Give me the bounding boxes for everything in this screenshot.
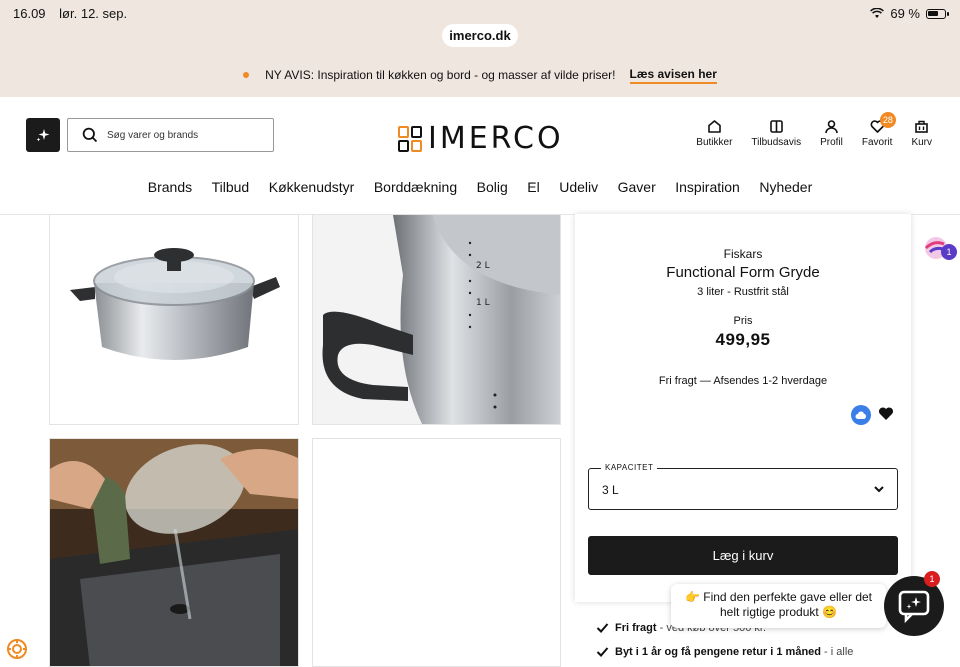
menu-item-borddaekning[interactable]: Borddækning (374, 179, 457, 195)
wifi-icon (870, 8, 885, 18)
stores-link[interactable]: Butikker (696, 119, 732, 148)
menu-item-bolig[interactable]: Bolig (477, 179, 508, 195)
product-price: 499,95 (715, 330, 771, 349)
add-to-cart-button[interactable]: Læg i kurv (588, 536, 898, 575)
offers-label: Tilbudsavis (751, 137, 802, 148)
promo-dot-icon (243, 72, 250, 78)
favorites-link[interactable]: 28 Favorit (861, 112, 896, 148)
battery-icon (926, 8, 949, 19)
menu-item-el[interactable]: El (527, 179, 539, 195)
user-icon (825, 120, 838, 134)
menu-item-brands[interactable]: Brands (148, 179, 192, 195)
product-image-empty[interactable] (312, 438, 561, 667)
profile-label: Profil (820, 137, 843, 148)
pot-mark-2l: 2 L (476, 261, 490, 271)
check-icon (596, 623, 609, 633)
promo-banner: NY AVIS: Inspiration til køkken og bord … (0, 62, 960, 88)
status-date: lør. 12. sep. (59, 6, 128, 21)
book-icon (769, 120, 783, 133)
home-icon (708, 120, 721, 133)
chat-badge: 1 (924, 571, 940, 587)
promo-link[interactable]: Læs avisen her (629, 67, 717, 84)
product-brand[interactable]: Fiskars (575, 247, 911, 261)
chat-sparkle-icon (898, 590, 930, 623)
product-info-panel: Fiskars Functional Form Gryde 3 liter - … (575, 214, 911, 602)
logo-mark-icon (398, 125, 422, 152)
product-description: 3 liter - Rustfrit stål (697, 286, 789, 298)
site-header: IMERCO Butikker Tilbudsavis Profil 28 Fa… (0, 97, 960, 215)
menu-item-gaver[interactable]: Gaver (618, 179, 656, 195)
capacity-select[interactable]: KAPACITET 3 L (588, 463, 898, 510)
menu-item-nyheder[interactable]: Nyheder (759, 179, 812, 195)
search-input[interactable] (107, 129, 257, 141)
main-menu: Brands Tilbud Køkkenudstyr Borddækning B… (0, 179, 960, 195)
search-box[interactable] (67, 118, 274, 152)
menu-item-udeliv[interactable]: Udeliv (559, 179, 598, 195)
logo-text: IMERCO (428, 121, 564, 156)
favorites-badge: 28 (879, 112, 896, 128)
status-time: 16.09 (13, 6, 46, 21)
price-label: Pris (733, 315, 753, 327)
offers-link[interactable]: Tilbudsavis (751, 119, 801, 148)
product-image-main[interactable] (49, 214, 299, 425)
menu-item-tilbud[interactable]: Tilbud (212, 179, 250, 195)
cookie-icon (7, 639, 27, 659)
add-favorite-button[interactable] (878, 406, 894, 426)
capacity-value: 3 L (602, 483, 619, 497)
status-right: 69 % (870, 6, 949, 21)
cookie-settings-button[interactable] (6, 638, 28, 665)
menu-item-inspiration[interactable]: Inspiration (675, 179, 740, 195)
chat-line-1: 👉 Find den perfekte gave eller det (684, 590, 873, 604)
status-left: 16.09 lør. 12. sep. (13, 6, 137, 21)
ai-assistant-button[interactable] (26, 118, 60, 152)
chat-line-2: helt rigtige produkt 😊 (720, 605, 837, 619)
usp-return-title: Byt i 1 år og få pengene retur i 1 måned (615, 646, 821, 658)
stores-label: Butikker (696, 137, 733, 148)
cloud-button[interactable] (851, 405, 871, 425)
profile-link[interactable]: Profil (820, 119, 843, 148)
side-widget-badge: 1 (941, 244, 957, 260)
search-icon (82, 127, 98, 143)
pot-mark-1l: 1 L (476, 298, 490, 308)
lifestyle-image[interactable] (49, 438, 299, 667)
url-bar[interactable]: imerco.dk (442, 24, 518, 47)
capacity-label: KAPACITET (601, 463, 658, 472)
battery-percent: 69 % (890, 6, 920, 21)
chat-bubble[interactable]: 👉 Find den perfekte gave eller det helt … (671, 584, 886, 628)
usp-free-shipping-title: Fri fragt (615, 622, 657, 634)
favorites-label: Favorit (861, 137, 893, 148)
menu-item-kokkenudstyr[interactable]: Køkkenudstyr (269, 179, 355, 195)
basket-icon (915, 120, 929, 133)
promo-text: NY AVIS: Inspiration til køkken og bord … (265, 68, 616, 82)
usp-return: Byt i 1 år og få pengene retur i 1 måned… (596, 646, 853, 658)
imerco-logo[interactable]: IMERCO (398, 121, 564, 156)
sink-image (50, 439, 298, 666)
heart-filled-icon (878, 407, 894, 420)
browser-top: 16.09 lør. 12. sep. 69 % imerco.dk NY AV… (0, 0, 960, 97)
product-image-closeup[interactable]: 2 L 1 L (312, 214, 561, 425)
cloud-icon (855, 411, 866, 419)
pot-image (70, 248, 280, 360)
cart-link[interactable]: Kurv (911, 119, 932, 148)
usp-return-text: - i alle (821, 646, 854, 658)
pot-closeup-image: 2 L 1 L (313, 215, 560, 424)
product-title: Functional Form Gryde (666, 264, 820, 281)
cart-label: Kurv (911, 137, 932, 148)
check-icon (596, 647, 609, 657)
chevron-down-icon (874, 486, 884, 493)
shipping-info: Fri fragt — Afsendes 1-2 hverdage (658, 375, 828, 387)
header-icons: Butikker Tilbudsavis Profil 28 Favorit K… (696, 112, 932, 148)
sparkle-icon (36, 129, 50, 142)
